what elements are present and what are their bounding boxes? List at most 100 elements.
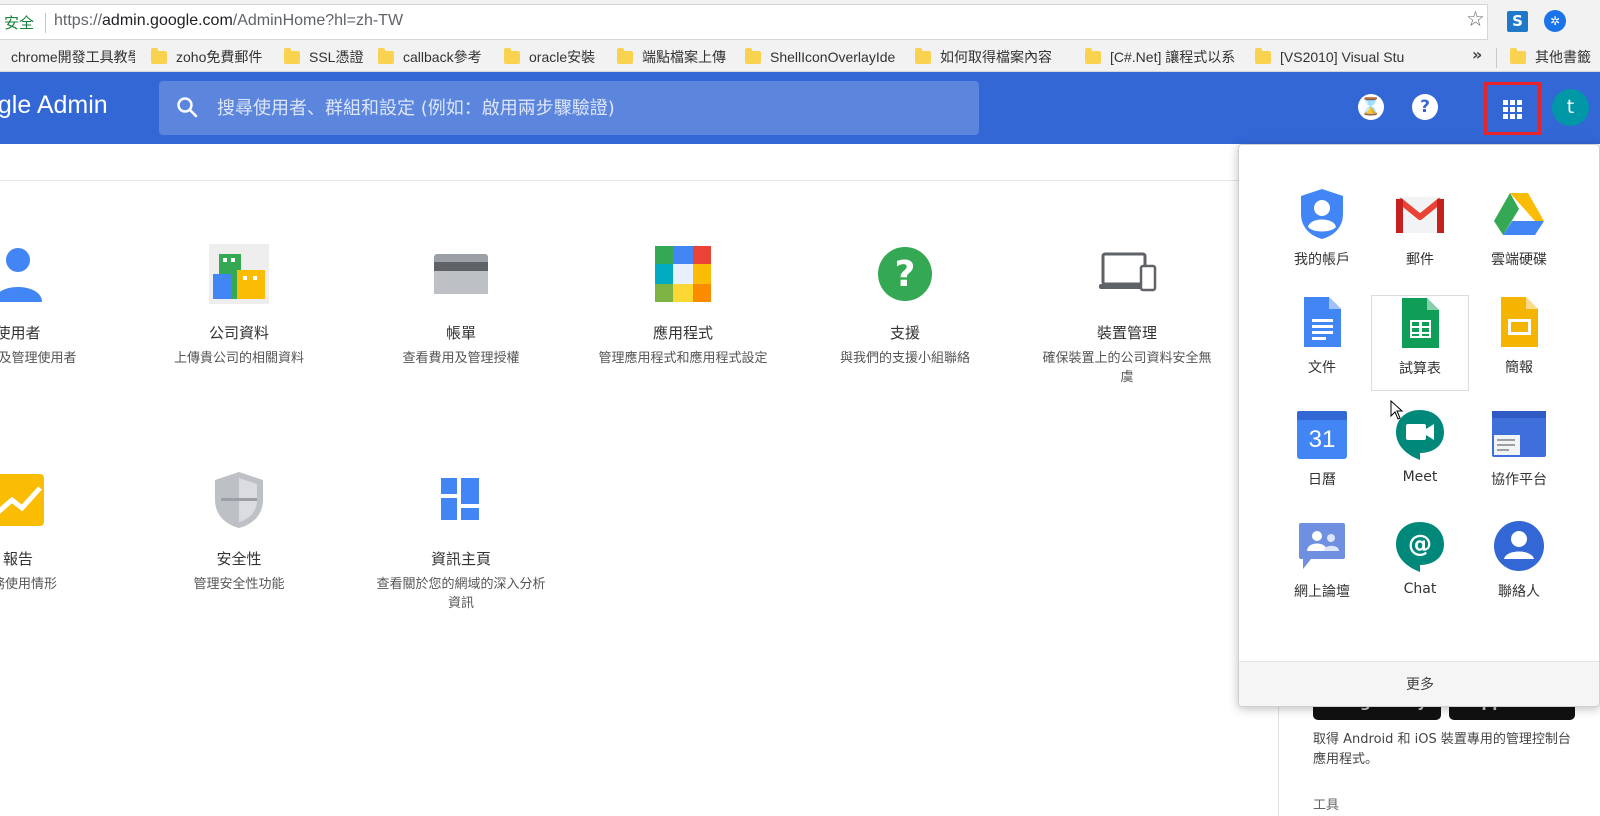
address-bar[interactable]: 安全 https://admin.google.com/AdminHome?hl… (0, 4, 1488, 40)
app-gmail[interactable]: 郵件 (1371, 187, 1469, 283)
devices-icon (1097, 244, 1157, 304)
card-title: 裝置管理 (1096, 324, 1157, 342)
app-label: Meet (1402, 469, 1438, 485)
bookmark-label: 端點檔案上傳 (642, 49, 726, 65)
card-description: 查看費用及管理授權 (402, 351, 520, 366)
card-title: 使用者 (0, 324, 41, 342)
app-label: 網上論壇 (1294, 584, 1350, 600)
card-description: 上傳貴公司的相關資料 (173, 351, 304, 366)
bookmark-item[interactable]: zoho免費郵件 (151, 46, 267, 68)
app-sites[interactable]: 協作平台 (1470, 407, 1568, 503)
more-apps-button[interactable]: 更多 (1239, 661, 1599, 706)
card-description: 查看關於您的網域的深入分析資訊 (376, 577, 546, 611)
bookmark-item[interactable]: [VS2010] Visual Stu (1255, 46, 1410, 68)
admin-header: ogle Admin ⌛ ? t (0, 72, 1600, 144)
bookmarks-overflow-button[interactable]: » (1472, 45, 1482, 64)
app-slides[interactable]: 簡報 (1470, 295, 1568, 391)
users-icon (0, 244, 48, 304)
calendar-icon: 31 (1295, 407, 1349, 461)
app-label: 聯絡人 (1498, 584, 1540, 600)
calendar-day: 31 (1309, 426, 1336, 453)
apps-launcher-button[interactable] (1484, 82, 1541, 135)
search-icon (177, 97, 198, 118)
card-description: 確保裝置上的公司資料安全無虞 (1042, 351, 1212, 385)
card-support[interactable]: ? 支援 與我們的支援小組聯絡 (810, 244, 1000, 368)
app-groups[interactable]: 網上論壇 (1273, 519, 1371, 615)
folder-icon (378, 47, 394, 64)
app-label: 協作平台 (1491, 472, 1547, 488)
folder-icon (745, 47, 761, 64)
url-host: admin.google.com (102, 12, 233, 29)
app-label: 我的帳戶 (1294, 252, 1350, 268)
avatar[interactable]: t (1552, 89, 1589, 126)
company-building-icon (209, 244, 269, 304)
app-contacts[interactable]: 聯絡人 (1470, 519, 1568, 615)
chat-icon: @ (1393, 519, 1447, 573)
other-bookmarks[interactable]: 其他書籤 (1510, 46, 1600, 68)
card-company-profile[interactable]: 公司資料 上傳貴公司的相關資料 (144, 244, 334, 368)
extension-s-icon[interactable]: S (1507, 11, 1528, 32)
bookmark-item[interactable]: 如何取得檔案內容 (915, 46, 1067, 68)
slides-icon (1492, 295, 1546, 349)
card-title: 公司資料 (208, 324, 269, 342)
docs-icon (1295, 295, 1349, 349)
card-title: 帳單 (445, 324, 476, 342)
bookmark-star-icon[interactable]: ☆ (1466, 9, 1485, 30)
app-sheets[interactable]: 試算表 (1371, 295, 1469, 391)
card-dashboard[interactable]: 資訊主頁 查看關於您的網域的深入分析資訊 (366, 470, 556, 613)
bookmarks-bar: chrome開發工具教學 zoho免費郵件 SSL憑證 callback參考 o… (0, 42, 1600, 72)
apps-launcher-popup: 我的帳戶 郵件 雲端硬碟 文件 試算表 簡報 31 日曆 Meet 協作平台 網… (1238, 144, 1600, 707)
card-users[interactable]: 使用者 新命名及管理使用者 (0, 244, 113, 368)
bookmark-item[interactable]: 端點檔案上傳 (617, 46, 735, 68)
app-drive[interactable]: 雲端硬碟 (1470, 187, 1568, 283)
extension-k-icon[interactable]: ✲ (1544, 10, 1566, 32)
app-my-account[interactable]: 我的帳戶 (1273, 187, 1371, 283)
help-icon[interactable]: ? (1412, 94, 1438, 120)
card-security[interactable]: 安全性 管理安全性功能 (144, 470, 334, 594)
search-box[interactable] (159, 81, 979, 135)
bookmark-item[interactable]: [C#.Net] 讓程式以系 (1085, 46, 1240, 68)
svg-text:?: ? (895, 254, 916, 295)
bookmark-item[interactable]: callback參考 (378, 46, 494, 68)
admin-logo[interactable]: ogle Admin (0, 91, 108, 120)
card-description: 管理應用程式和應用程式設定 (598, 351, 768, 366)
app-label: 試算表 (1399, 361, 1441, 377)
folder-icon (151, 47, 167, 64)
card-device-management[interactable]: 裝置管理 確保裝置上的公司資料安全無虞 (1032, 244, 1222, 387)
bookmark-item[interactable]: oracle安裝 (504, 46, 604, 68)
app-docs[interactable]: 文件 (1273, 295, 1371, 391)
card-description: 服務使用情形 (0, 577, 57, 592)
folder-icon (1085, 47, 1101, 64)
sidebar-tools-heading: 工具 (1313, 798, 1340, 813)
app-label: 郵件 (1406, 252, 1434, 268)
card-title: 安全性 (216, 550, 262, 568)
address-divider (45, 13, 46, 33)
card-title: 應用程式 (652, 324, 713, 342)
bookmarks-divider (1496, 48, 1497, 68)
app-calendar[interactable]: 31 日曆 (1273, 407, 1371, 503)
card-description: 管理安全性功能 (193, 577, 285, 592)
folder-icon (284, 47, 300, 64)
bookmark-label: [VS2010] Visual Stu (1280, 49, 1405, 65)
card-billing[interactable]: 帳單 查看費用及管理授權 (366, 244, 556, 368)
card-description: 與我們的支援小組聯絡 (839, 351, 970, 366)
card-apps[interactable]: 應用程式 管理應用程式和應用程式設定 (588, 244, 778, 368)
bookmark-item[interactable]: chrome開發工具教學 (11, 46, 135, 68)
app-meet[interactable]: Meet (1371, 407, 1469, 503)
bookmark-label: oracle安裝 (529, 49, 596, 65)
bookmark-item[interactable]: SSL憑證 (284, 46, 380, 68)
sidebar-description: 取得 Android 和 iOS 裝置專用的管理控制台應用程式。 (1313, 732, 1571, 767)
bookmark-label: [C#.Net] 讓程式以系 (1110, 49, 1236, 65)
url-text[interactable]: https://admin.google.com/AdminHome?hl=zh… (54, 12, 403, 30)
mouse-cursor-icon (1390, 400, 1404, 420)
card-reports[interactable]: 報告 服務使用情形 (0, 470, 113, 594)
card-title: 支援 (889, 324, 920, 342)
reports-chart-icon (0, 470, 48, 530)
bookmark-item[interactable]: ShellIconOverlayIde (745, 46, 898, 68)
search-input[interactable] (217, 81, 967, 135)
account-shield-icon (1295, 187, 1349, 241)
app-chat[interactable]: @ Chat (1371, 519, 1469, 615)
app-label: 日曆 (1308, 472, 1336, 488)
card-description: 新命名及管理使用者 (0, 351, 77, 366)
timer-icon[interactable]: ⌛ (1358, 94, 1384, 120)
